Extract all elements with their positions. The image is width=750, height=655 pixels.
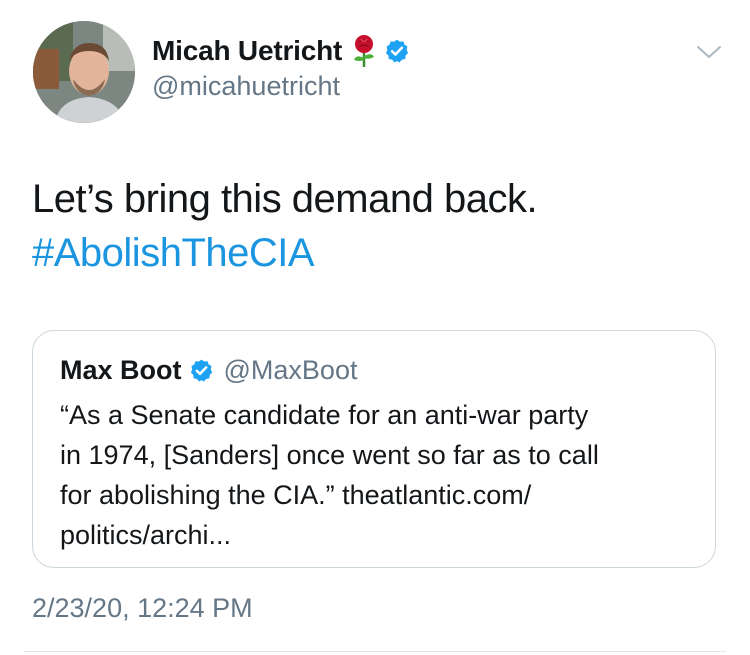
quoted-tweet-header: Max Boot @MaxBoot [60,353,357,387]
verified-badge-icon [189,358,214,383]
quoted-tweet-line: politics/archi... [60,520,232,550]
author-handle[interactable]: @micahuetricht [152,71,410,102]
chevron-down-icon[interactable] [694,42,724,62]
tweet-text: Let’s bring this demand back. #AbolishTh… [32,172,538,280]
profile-photo-icon [33,21,135,123]
avatar[interactable] [33,21,135,123]
quoted-author-handle: @MaxBoot [223,354,358,385]
quoted-tweet-line: for abolishing the CIA.” theatlantic.com… [60,480,532,510]
quoted-tweet-line: in 1974, [Sanders] once went so far as t… [60,440,599,470]
author-block: Micah Uetricht @micahuetricht [152,33,410,102]
verified-badge-icon [384,38,410,64]
quoted-tweet-card[interactable]: Max Boot @MaxBoot “As a Senate candidate… [32,330,716,568]
quoted-tweet-text: “As a Senate candidate for an anti-war p… [60,395,690,555]
rose-icon [350,34,378,68]
author-display-name[interactable]: Micah Uetricht [152,35,342,67]
quoted-tweet-line: “As a Senate candidate for an anti-war p… [60,400,589,430]
quoted-author-name: Max Boot [60,354,182,385]
divider [24,651,726,652]
tweet-body: Let’s bring this demand back. [32,177,538,221]
tweet-timestamp[interactable]: 2/23/20, 12:24 PM [32,593,253,624]
hashtag-link[interactable]: #AbolishTheCIA [32,226,537,280]
